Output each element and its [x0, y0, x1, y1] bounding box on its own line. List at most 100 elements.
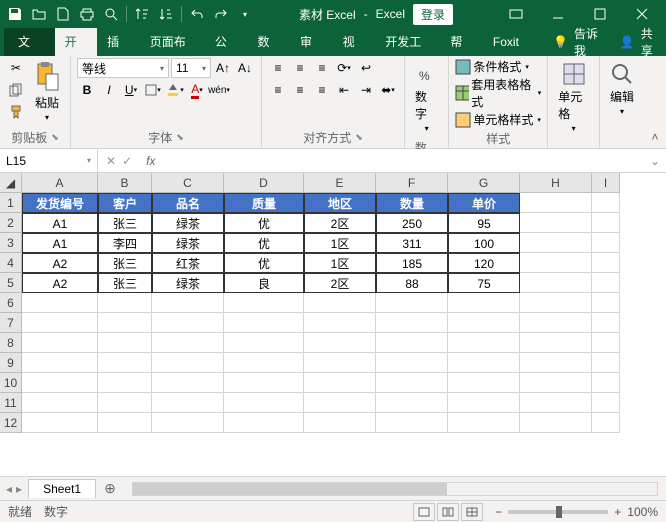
cell[interactable]: 单价 [448, 193, 520, 213]
column-header[interactable]: B [98, 173, 152, 193]
cell[interactable] [592, 273, 620, 293]
cell[interactable] [592, 373, 620, 393]
cell-grid[interactable]: ◢ABCDEFGHI1发货编号客户品名质量地区数量单价2A1张三绿茶优2区250… [0, 173, 666, 433]
sort-asc-icon[interactable] [131, 3, 153, 25]
cell[interactable]: 311 [376, 233, 448, 253]
cell[interactable]: 250 [376, 213, 448, 233]
fx-icon[interactable]: fx [140, 154, 161, 168]
cell[interactable] [520, 193, 592, 213]
cell[interactable] [304, 313, 376, 333]
cell[interactable] [376, 373, 448, 393]
cell[interactable] [98, 313, 152, 333]
cell[interactable] [376, 353, 448, 373]
fill-color-icon[interactable]: ▾ [165, 80, 185, 100]
column-header[interactable]: D [224, 173, 304, 193]
cell[interactable] [448, 333, 520, 353]
cell[interactable]: 优 [224, 213, 304, 233]
cell[interactable] [304, 353, 376, 373]
column-header[interactable]: A [22, 173, 98, 193]
cell[interactable] [98, 353, 152, 373]
cell[interactable]: 88 [376, 273, 448, 293]
copy-icon[interactable] [6, 80, 26, 100]
column-header[interactable]: F [376, 173, 448, 193]
cell[interactable]: 95 [448, 213, 520, 233]
italic-icon[interactable]: I [99, 80, 119, 100]
row-header[interactable]: 11 [0, 393, 22, 413]
cell[interactable] [152, 393, 224, 413]
bold-icon[interactable]: B [77, 80, 97, 100]
cell[interactable] [152, 293, 224, 313]
undo-icon[interactable] [186, 3, 208, 25]
decrease-indent-icon[interactable]: ⇤ [334, 80, 354, 100]
cell[interactable]: 张三 [98, 213, 152, 233]
cell[interactable] [520, 233, 592, 253]
cell[interactable]: 数量 [376, 193, 448, 213]
tab-help[interactable]: 帮助 [440, 28, 483, 56]
sort-desc-icon[interactable] [155, 3, 177, 25]
column-header[interactable]: C [152, 173, 224, 193]
editing-button[interactable]: 编辑▾ [606, 58, 638, 120]
tab-formulas[interactable]: 公式 [205, 28, 248, 56]
cell[interactable] [448, 373, 520, 393]
sheet-nav-next-icon[interactable]: ▸ [16, 482, 22, 496]
cell[interactable] [592, 193, 620, 213]
cell[interactable] [304, 393, 376, 413]
merge-icon[interactable]: ⬌▾ [378, 80, 398, 100]
column-header[interactable]: I [592, 173, 620, 193]
zoom-level[interactable]: 100% [627, 505, 658, 519]
cell[interactable] [592, 233, 620, 253]
share-button[interactable]: 共享 [641, 25, 662, 59]
increase-indent-icon[interactable]: ⇥ [356, 80, 376, 100]
cell[interactable]: 1区 [304, 253, 376, 273]
tab-file[interactable]: 文件 [4, 28, 55, 56]
cell[interactable]: 120 [448, 253, 520, 273]
cell[interactable] [22, 353, 98, 373]
cell[interactable] [592, 313, 620, 333]
column-header[interactable]: G [448, 173, 520, 193]
clipboard-dialog-icon[interactable]: ⬊ [51, 132, 59, 143]
page-break-view-icon[interactable] [461, 503, 483, 521]
cell[interactable] [520, 333, 592, 353]
cell[interactable] [22, 313, 98, 333]
cell[interactable] [22, 393, 98, 413]
cell[interactable]: 绿茶 [152, 273, 224, 293]
font-dialog-icon[interactable]: ⬊ [176, 132, 184, 143]
cell[interactable] [224, 293, 304, 313]
cell[interactable] [592, 353, 620, 373]
cell[interactable] [376, 393, 448, 413]
tab-home[interactable]: 开始 [55, 28, 98, 56]
cell[interactable]: 品名 [152, 193, 224, 213]
zoom-in-icon[interactable]: + [614, 505, 621, 519]
cell[interactable]: 地区 [304, 193, 376, 213]
cell[interactable] [592, 213, 620, 233]
cell[interactable] [448, 353, 520, 373]
cell-styles-button[interactable]: 单元格样式▾ [455, 111, 541, 128]
zoom-slider[interactable] [508, 510, 608, 514]
minimize-icon[interactable] [538, 3, 578, 25]
cell[interactable] [520, 253, 592, 273]
share-icon[interactable]: 👤 [620, 35, 635, 49]
cell[interactable] [448, 393, 520, 413]
cell[interactable]: 张三 [98, 253, 152, 273]
cell[interactable] [98, 413, 152, 433]
cell[interactable]: A2 [22, 253, 98, 273]
preview-icon[interactable] [100, 3, 122, 25]
add-sheet-icon[interactable]: ⊕ [96, 480, 124, 497]
cell[interactable] [376, 293, 448, 313]
cell[interactable] [304, 293, 376, 313]
underline-icon[interactable]: U▾ [121, 80, 141, 100]
font-color-icon[interactable]: A▾ [187, 80, 207, 100]
cell[interactable] [22, 413, 98, 433]
tab-insert[interactable]: 插入 [97, 28, 140, 56]
cell[interactable] [224, 313, 304, 333]
cell[interactable] [304, 333, 376, 353]
cell[interactable] [98, 293, 152, 313]
cells-button[interactable]: 单元格▾ [554, 58, 593, 137]
align-center-icon[interactable]: ≡ [290, 80, 310, 100]
cell[interactable] [520, 373, 592, 393]
conditional-format-button[interactable]: 条件格式▾ [455, 58, 529, 75]
cell[interactable] [520, 413, 592, 433]
tellme-button[interactable]: 告诉我 [574, 25, 606, 59]
row-header[interactable]: 10 [0, 373, 22, 393]
paste-button[interactable]: 粘贴 ▾ [30, 58, 64, 126]
